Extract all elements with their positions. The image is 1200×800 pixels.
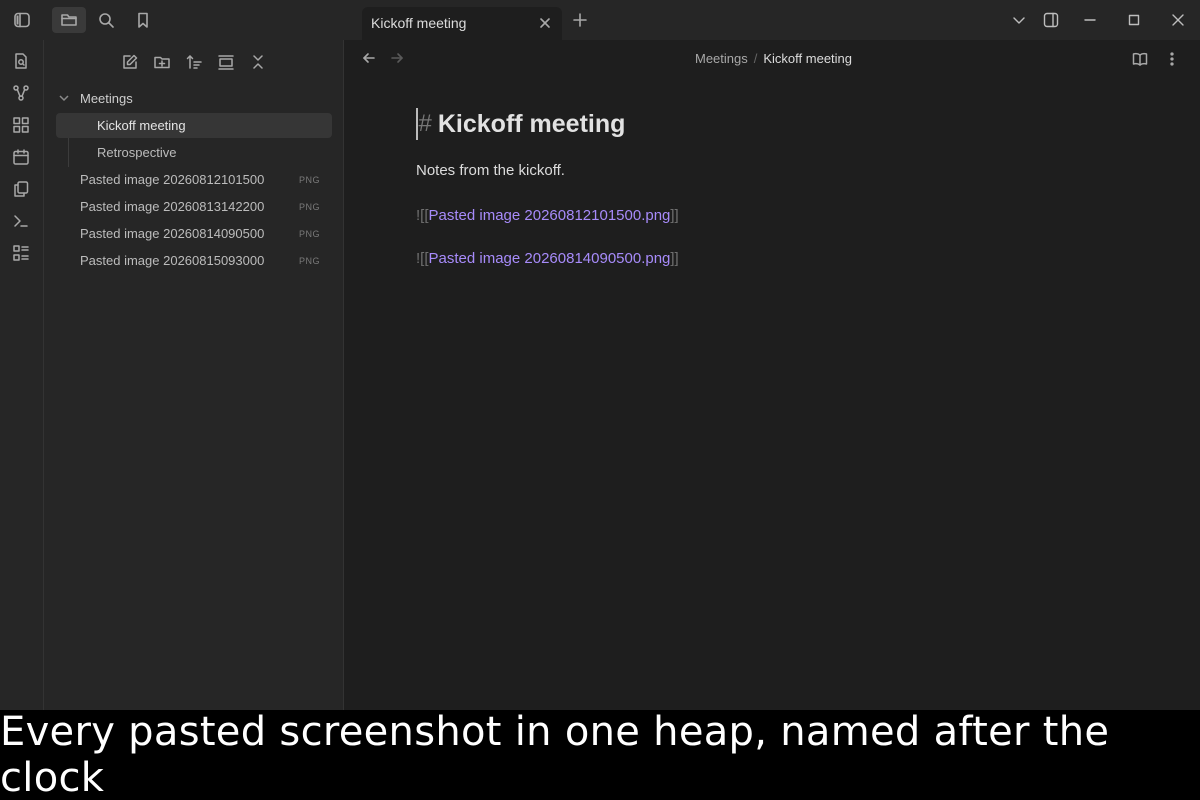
breadcrumb: Meetings / Kickoff meeting [695,51,852,66]
embed-open: ![[ [416,207,429,224]
command-palette-icon[interactable] [12,212,32,232]
caption-text: Every pasted screenshot in one heap, nam… [0,709,1110,800]
canvas-icon[interactable] [12,116,32,136]
new-tab-icon[interactable] [572,12,590,30]
image-embed[interactable]: ![[Pasted image 20260812101500.png]] [416,207,679,224]
folder-label: Meetings [80,90,133,106]
close-tab-icon[interactable] [537,15,553,31]
left-ribbon [0,40,44,710]
file-label: Retrospective [97,145,177,160]
file-extension-badge: PNG [298,201,320,212]
chevron-down-icon [58,91,72,105]
embed-open: ![[ [416,250,429,267]
heading-text: Kickoff meeting [437,109,626,138]
text-cursor [416,108,418,140]
file-explorer-toolbar [120,52,268,72]
bookmark-icon[interactable] [131,8,155,32]
view-actions [1132,51,1182,69]
right-sidebar-toggle-icon[interactable] [1041,10,1061,30]
breadcrumb-current[interactable]: Kickoff meeting [763,51,852,66]
file-explorer: Meetings Kickoff meeting Retrospective P… [44,40,344,710]
breadcrumb-folder[interactable]: Meetings [695,51,748,66]
file-label: Pasted image 20260813142200 [80,199,265,214]
tab-kickoff-meeting[interactable]: Kickoff meeting [362,7,562,40]
file-extension-badge: PNG [298,255,320,266]
note-content[interactable]: # Kickoff meeting Notes from the kickoff… [416,108,679,267]
file-label: Pasted image 20260815093000 [80,253,265,268]
file-label: Pasted image 20260812101500 [80,172,265,187]
new-note-icon[interactable] [120,52,140,72]
bases-icon[interactable] [12,244,32,264]
title-bar: Kickoff meeting [0,0,1200,40]
maximize-icon[interactable] [1124,10,1144,30]
quick-switcher-icon[interactable] [12,52,32,72]
file-retrospective[interactable]: Retrospective [56,140,332,165]
file-kickoff-meeting[interactable]: Kickoff meeting [56,113,332,138]
file-pasted-image[interactable]: Pasted image 20260815093000 PNG [56,248,332,273]
file-label: Pasted image 20260814090500 [80,226,265,241]
file-pasted-image[interactable]: Pasted image 20260812101500 PNG [56,167,332,192]
embed-close: ]] [670,207,679,224]
auto-reveal-icon[interactable] [216,52,236,72]
file-label: Kickoff meeting [97,118,186,133]
breadcrumb-separator: / [753,51,758,66]
minimize-icon[interactable] [1080,10,1100,30]
collapse-all-icon[interactable] [248,52,268,72]
more-options-icon[interactable] [1164,51,1182,69]
editor-pane: Meetings / Kickoff meeting # Kickoff meeti… [344,40,1200,710]
embed-link[interactable]: Pasted image 20260814090500.png [429,250,671,267]
caption-bar: Every pasted screenshot in one heap, nam… [0,709,1200,800]
search-icon[interactable] [94,8,118,32]
image-embed[interactable]: ![[Pasted image 20260814090500.png]] [416,250,679,267]
folder-meetings[interactable]: Meetings [58,86,133,110]
reading-view-book-icon[interactable] [1132,51,1150,69]
tab-list-chevron-icon[interactable] [1009,10,1029,30]
file-extension-badge: PNG [298,174,320,185]
new-folder-icon[interactable] [152,52,172,72]
file-pasted-image[interactable]: Pasted image 20260813142200 PNG [56,194,332,219]
sidebar-toggle-icon[interactable] [10,8,34,32]
tab-title: Kickoff meeting [371,15,467,31]
note-paragraph[interactable]: Notes from the kickoff. [416,162,679,179]
close-window-icon[interactable] [1168,10,1188,30]
file-explorer-icon[interactable] [52,7,86,33]
back-arrow-icon[interactable] [362,51,378,67]
calendar-icon[interactable] [12,148,32,168]
heading-marker: # [418,110,432,137]
note-heading[interactable]: # Kickoff meeting [416,108,679,140]
file-extension-badge: PNG [298,228,320,239]
embed-close: ]] [670,250,679,267]
sort-icon[interactable] [184,52,204,72]
graph-view-icon[interactable] [12,84,32,104]
embed-link[interactable]: Pasted image 20260812101500.png [429,207,671,224]
templates-icon[interactable] [12,180,32,200]
file-pasted-image[interactable]: Pasted image 20260814090500 PNG [56,221,332,246]
forward-arrow-icon[interactable] [390,51,406,67]
